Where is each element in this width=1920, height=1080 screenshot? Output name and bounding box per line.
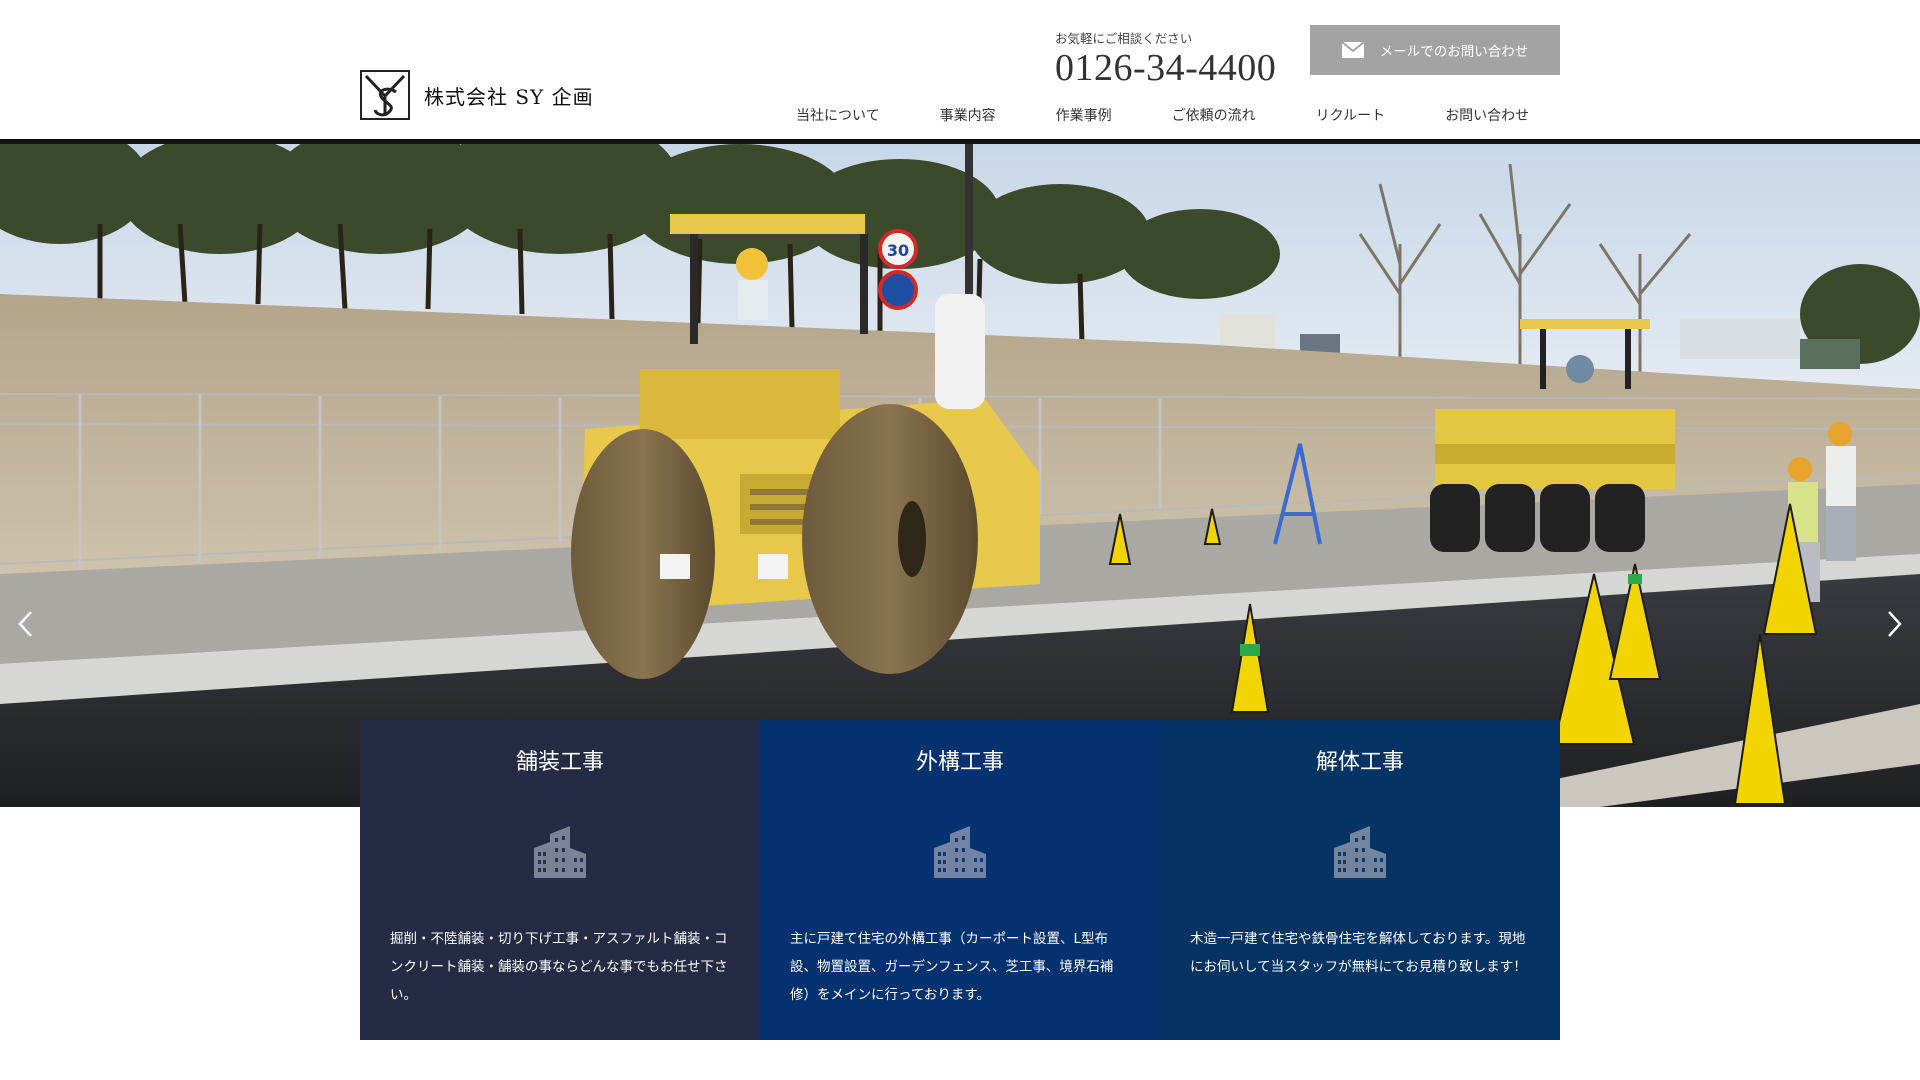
contact-block: お気軽にご相談ください 0126-34-4400 bbox=[1055, 28, 1276, 88]
company-name: 株式会社 SY 企画 bbox=[424, 84, 594, 109]
slider-next-button[interactable] bbox=[1870, 599, 1920, 649]
sy-logo-icon bbox=[360, 70, 410, 120]
mail-contact-button[interactable]: メールでのお問い合わせ bbox=[1310, 25, 1560, 75]
nav-item-works[interactable]: 作業事例 bbox=[1056, 105, 1112, 125]
nav-item-recruit[interactable]: リクルート bbox=[1316, 105, 1386, 125]
nav-item-about[interactable]: 当社について bbox=[796, 105, 880, 125]
card-title: 解体工事 bbox=[1315, 750, 1404, 775]
card-title: 外構工事 bbox=[915, 750, 1004, 775]
card-description: 木造一戸建て住宅や鉄骨住宅を解体しております。現地にお伺いして当スタッフが無料に… bbox=[1190, 931, 1527, 975]
card-description: 掘削・不陸舗装・切り下げ工事・アスファルト舗装・コンクリート舗装・舗装の事ならど… bbox=[390, 931, 728, 1003]
building-icon bbox=[934, 826, 986, 878]
card-title: 舗装工事 bbox=[515, 750, 604, 775]
building-icon bbox=[1334, 826, 1386, 878]
service-card-demolition[interactable]: 解体工事 木造一戸建て住宅や鉄骨住宅を解体しております。現地にお伺いして当スタッ… bbox=[1160, 720, 1560, 1040]
phone-number[interactable]: 0126-34-4400 bbox=[1055, 48, 1276, 88]
contact-note: お気軽にご相談ください bbox=[1055, 31, 1193, 46]
card-description: 主に戸建て住宅の外構工事（カーポート設置、L型布設、物置設置、ガーデンフェンス、… bbox=[790, 931, 1114, 1003]
logo-link[interactable]: 株式会社 SY 企画 bbox=[360, 69, 594, 121]
global-nav: 当社について 事業内容 作業事例 ご依頼の流れ リクルート お問い合わせ bbox=[796, 105, 1529, 125]
mail-envelope-icon bbox=[1341, 42, 1364, 58]
nav-item-flow[interactable]: ご依頼の流れ bbox=[1172, 105, 1256, 125]
nav-item-contact[interactable]: お問い合わせ bbox=[1445, 105, 1529, 125]
chevron-right-icon bbox=[1888, 611, 1902, 637]
hero-slider: 30 bbox=[0, 144, 1920, 807]
hero-photo-road-rollers: 30 bbox=[0, 144, 1920, 807]
mail-button-label: メールでのお問い合わせ bbox=[1379, 44, 1529, 60]
service-card-paving[interactable]: 舗装工事 掘削・不陸舗装・切り下げ工事・アスファルト舗装・コンクリート舗装・舗装… bbox=[360, 720, 760, 1040]
chevron-left-icon bbox=[18, 611, 32, 637]
site-header: 株式会社 SY 企画 お気軽にご相談ください 0126-34-4400 メールで… bbox=[0, 0, 1920, 144]
service-card-exterior[interactable]: 外構工事 主に戸建て住宅の外構工事（カーポート設置、L型布設、物置設置、ガーデン… bbox=[760, 720, 1160, 1040]
nav-item-business[interactable]: 事業内容 bbox=[940, 105, 996, 125]
service-cards: 舗装工事 掘削・不陸舗装・切り下げ工事・アスファルト舗装・コンクリート舗装・舗装… bbox=[360, 720, 1560, 1040]
speed-sign-text: 30 bbox=[887, 241, 909, 260]
building-icon bbox=[534, 826, 586, 878]
slider-prev-button[interactable] bbox=[0, 599, 50, 649]
